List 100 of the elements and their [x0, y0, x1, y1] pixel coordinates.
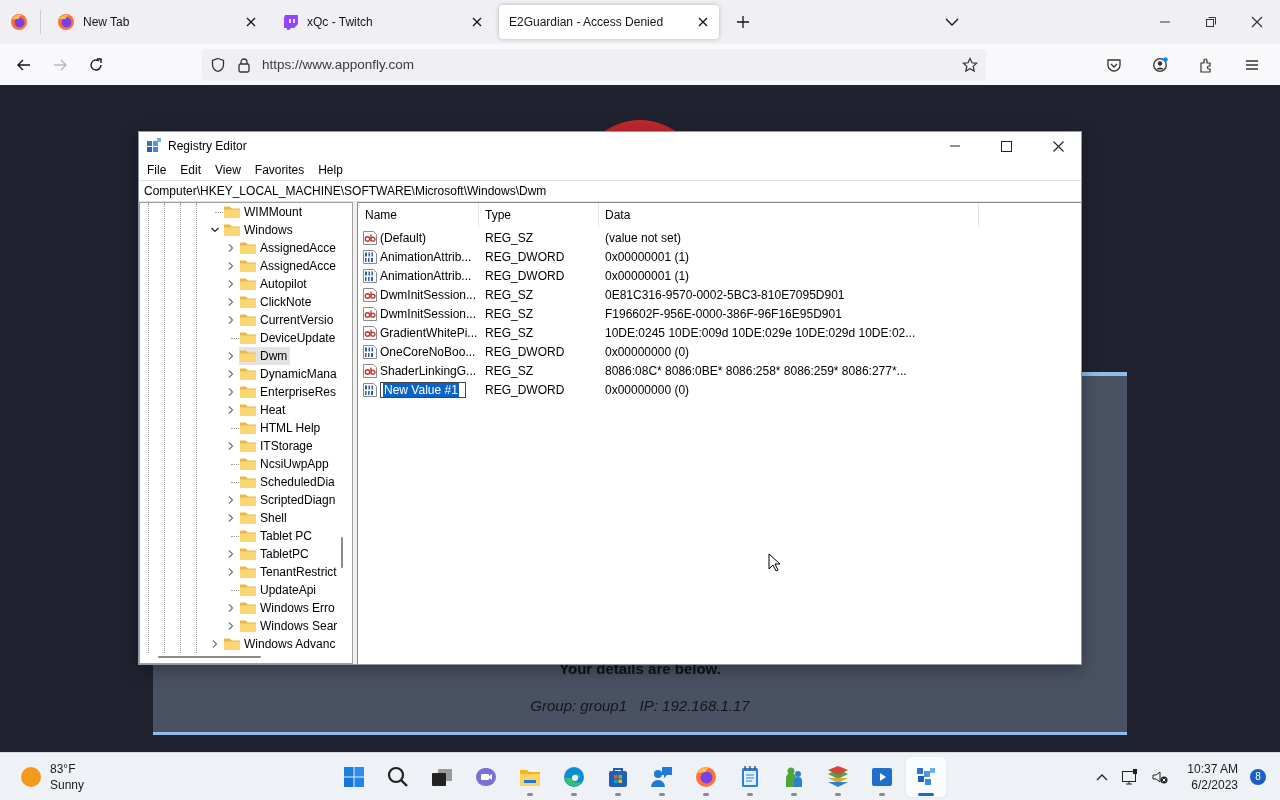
close-icon	[1051, 139, 1065, 153]
tree-item[interactable]: TabletPC	[239, 545, 312, 563]
folder-icon	[239, 619, 257, 633]
address-bar[interactable]: https://www.apponfly.com	[202, 48, 986, 81]
tree-item[interactable]: Shell	[239, 509, 290, 527]
lock-icon	[236, 56, 252, 73]
menu-item[interactable]: Help	[311, 163, 350, 177]
value-type: REG_DWORD	[484, 344, 566, 359]
scrollbar-thumb	[341, 537, 343, 568]
tree-item[interactable]: Windows Advanc	[223, 635, 339, 653]
tree-item[interactable]: Windows	[223, 221, 296, 239]
rename-field[interactable]: New Value #1	[380, 381, 466, 398]
binary-value-icon	[362, 267, 378, 284]
bookmark-star-icon[interactable]	[962, 56, 978, 73]
browser-icon	[694, 764, 718, 789]
tree-item[interactable]: CurrentVersio	[239, 311, 337, 329]
tree-item[interactable]: Tablet PC	[239, 527, 316, 545]
chevron-icon[interactable]	[210, 225, 220, 235]
close-icon[interactable]	[1249, 14, 1265, 30]
folder-icon	[239, 493, 257, 507]
close-icon[interactable]	[245, 16, 257, 28]
folder-icon	[239, 349, 257, 363]
browser-icon	[57, 13, 75, 31]
column-header[interactable]: Data	[599, 203, 979, 227]
value-name: DwmInitSession...	[380, 306, 477, 321]
folder-icon	[239, 547, 257, 561]
restore-icon[interactable]	[1203, 14, 1219, 30]
tree-item[interactable]: DeviceUpdate	[239, 329, 339, 347]
tree-item[interactable]: EnterpriseRes	[239, 383, 340, 401]
value-type: REG_SZ	[484, 363, 534, 378]
close-icon[interactable]	[697, 16, 709, 28]
tree-item[interactable]: ClickNote	[239, 293, 315, 311]
folder-icon	[239, 385, 257, 399]
start-icon	[342, 764, 366, 789]
layers-icon	[826, 764, 850, 789]
extensions-icon[interactable]	[1198, 56, 1214, 73]
address-path[interactable]: Computer\HKEY_LOCAL_MACHINE\SOFTWARE\Microsoft\Windows\Dwm	[139, 180, 1081, 202]
tree-item[interactable]: DynamicMana	[239, 365, 340, 383]
tree-item[interactable]: UpdateApi	[239, 581, 320, 599]
tree-item[interactable]: ITStorage	[239, 437, 316, 455]
value-data: 8086:08C* 8086:0BE* 8086:258* 8086:259* 8086:277*...	[604, 363, 908, 378]
window-title: Registry Editor	[168, 139, 247, 153]
tree-item[interactable]: AssignedAcce	[239, 257, 340, 275]
value-name: (Default)	[380, 230, 426, 245]
string-value-icon	[362, 324, 378, 341]
browser-tab[interactable]: E2Guardian - Access Denied	[499, 5, 719, 39]
network-icon[interactable]	[1121, 767, 1140, 786]
tree-item[interactable]: Windows Erro	[239, 599, 338, 617]
new-tab-icon[interactable]	[735, 14, 751, 30]
close-icon[interactable]	[471, 16, 483, 28]
string-value-icon	[362, 305, 378, 322]
browser-tab[interactable]: New Tab	[47, 5, 267, 39]
url-text: https://www.apponfly.com	[262, 57, 416, 72]
browser-menu-icon[interactable]	[10, 13, 28, 31]
tree-item[interactable]: Autopilot	[239, 275, 310, 293]
string-value-icon	[362, 229, 378, 246]
folder-icon	[239, 583, 257, 597]
tree-item[interactable]: WIMMount	[223, 203, 305, 221]
tree-item[interactable]: ScriptedDiagn	[239, 491, 339, 509]
account-icon[interactable]	[1152, 56, 1168, 73]
value-name: AnimationAttrib...	[380, 249, 472, 264]
menu-item[interactable]: View	[208, 163, 248, 177]
value-name: OneCoreNoBoo...	[380, 344, 476, 359]
reload-icon[interactable]	[88, 56, 104, 73]
folder-icon	[239, 241, 257, 255]
value-data: 0x00000001 (1)	[604, 268, 691, 283]
pocket-icon[interactable]	[1106, 56, 1122, 73]
value-name: AnimationAttrib...	[380, 268, 472, 283]
folder-icon	[223, 205, 241, 219]
folder-icon	[239, 439, 257, 453]
column-header[interactable]: Name	[362, 203, 479, 227]
tree-item[interactable]: AssignedAcce	[239, 239, 340, 257]
registry-icon	[146, 138, 162, 154]
menu-item[interactable]: File	[140, 163, 174, 177]
menu-item[interactable]: Edit	[173, 163, 209, 177]
value-type: REG_SZ	[484, 306, 534, 321]
value-data: 0x00000000 (0)	[604, 344, 691, 359]
search-icon	[386, 764, 410, 789]
tree-item[interactable]: NcsiUwpApp	[239, 455, 332, 473]
tree-item[interactable]: Dwm	[239, 347, 291, 365]
column-header[interactable]: Type	[479, 203, 599, 227]
folder-icon	[239, 331, 257, 345]
folder-icon	[239, 295, 257, 309]
value-data: (value not set)	[604, 230, 683, 245]
value-type: REG_SZ	[484, 230, 534, 245]
browser-tab[interactable]: xQc - Twitch	[273, 5, 493, 39]
value-data: 10DE:0245 10DE:009d 10DE:029e 10DE:029d 10DE:02...	[604, 325, 917, 340]
twitch-icon	[283, 14, 299, 30]
value-data: 0E81C316-9570-0002-5BC3-810E7095D901	[604, 287, 846, 302]
folder-icon	[239, 511, 257, 525]
tree-item[interactable]: TenantRestrict	[239, 563, 340, 581]
tree-item[interactable]: HTML Help	[239, 419, 324, 437]
menu-item[interactable]: Favorites	[247, 163, 312, 177]
tree-item[interactable]: Windows Sear	[239, 617, 341, 635]
maximize-icon	[999, 139, 1013, 153]
tree-item[interactable]: ScheduledDia	[239, 473, 338, 491]
folder-icon	[239, 601, 257, 615]
notification-badge: 8	[1250, 768, 1266, 785]
folder-icon	[239, 529, 257, 543]
tree-item[interactable]: Heat	[239, 401, 289, 419]
